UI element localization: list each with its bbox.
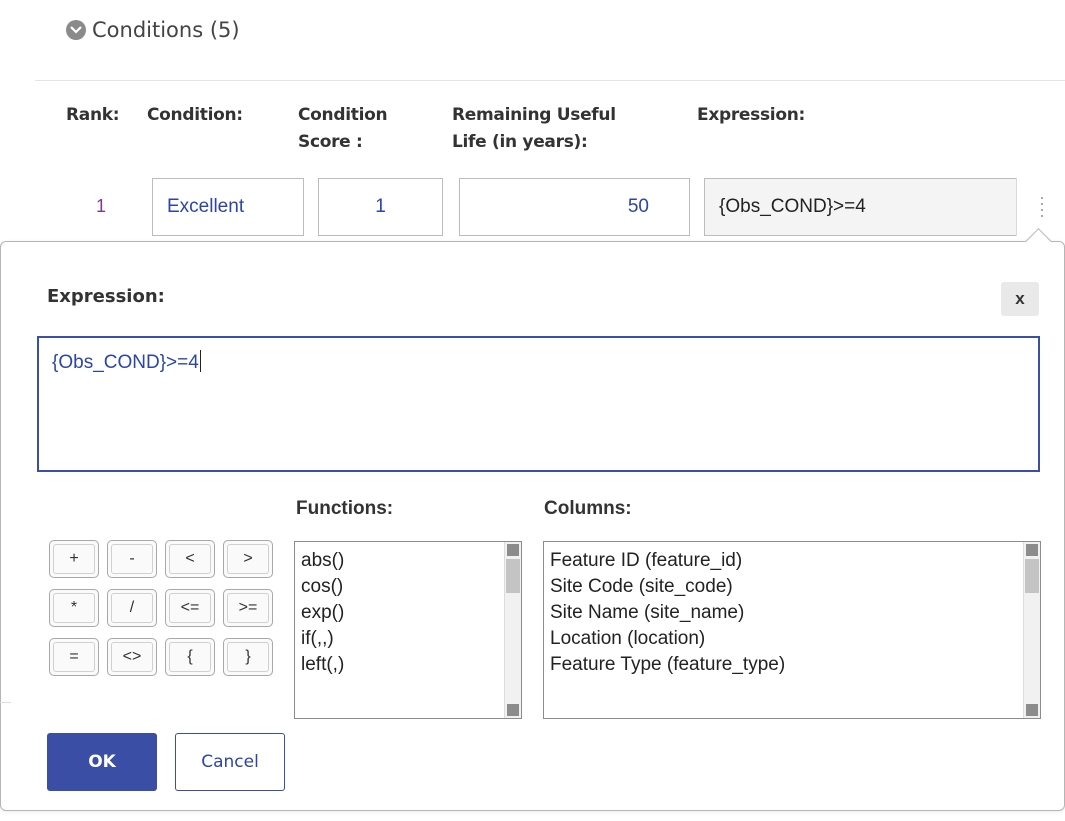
text-cursor <box>199 350 201 372</box>
operator-multiply-button[interactable]: * <box>49 589 99 627</box>
life-input[interactable]: 50 <box>459 178 690 236</box>
expression-text: {Obs_COND}>=4 <box>52 352 199 373</box>
header-rank: Rank: <box>66 105 120 125</box>
header-life: Remaining Useful Life (in years): <box>452 105 616 152</box>
functions-listbox[interactable]: abs() cos() exp() if(,,) left(,) <box>294 541 522 719</box>
score-input[interactable]: 1 <box>318 178 443 236</box>
column-item[interactable]: Feature ID (feature_id) <box>550 548 1040 574</box>
header-score: Condition Score : <box>298 105 388 152</box>
columns-listbox[interactable]: Feature ID (feature_id) Site Code (site_… <box>543 541 1041 719</box>
divider <box>0 702 11 703</box>
operator-gt-button[interactable]: > <box>223 540 273 578</box>
header-expression: Expression: <box>697 105 806 125</box>
close-button[interactable]: x <box>1001 282 1039 316</box>
column-item[interactable]: Location (location) <box>550 626 1040 652</box>
operator-lt-button[interactable]: < <box>165 540 215 578</box>
ok-button[interactable]: OK <box>47 733 157 791</box>
operator-divide-button[interactable]: / <box>107 589 157 627</box>
operator-open-brace-button[interactable]: { <box>165 638 215 676</box>
function-item[interactable]: abs() <box>301 548 521 574</box>
scroll-up-icon[interactable] <box>507 544 519 556</box>
section-title: Conditions (5) <box>92 18 240 42</box>
scroll-thumb[interactable] <box>1025 559 1039 593</box>
operator-close-brace-button[interactable]: } <box>223 638 273 676</box>
header-condition: Condition: <box>147 105 243 125</box>
divider <box>35 80 1065 81</box>
operator-lte-button[interactable]: <= <box>165 589 215 627</box>
expression-textarea[interactable]: {Obs_COND}>=4 <box>37 336 1040 472</box>
columns-label: Columns: <box>544 498 632 519</box>
columns-scrollbar[interactable] <box>1023 542 1040 718</box>
function-item[interactable]: cos() <box>301 574 521 600</box>
more-options-icon[interactable] <box>1016 178 1065 236</box>
column-item[interactable]: Site Name (site_name) <box>550 600 1040 626</box>
function-item[interactable]: left(,) <box>301 652 521 678</box>
functions-label: Functions: <box>296 498 394 519</box>
column-item[interactable]: Feature Type (feature_type) <box>550 652 1040 678</box>
column-item[interactable]: Site Code (site_code) <box>550 574 1040 600</box>
scroll-up-icon[interactable] <box>1026 544 1038 556</box>
cancel-button[interactable]: Cancel <box>175 733 285 791</box>
operator-plus-button[interactable]: + <box>49 540 99 578</box>
expression-field[interactable]: {Obs_COND}>=4 <box>704 178 1017 236</box>
conditions-section-header[interactable]: Conditions (5) <box>66 18 240 42</box>
operator-minus-button[interactable]: - <box>107 540 157 578</box>
condition-input[interactable]: Excellent <box>152 178 304 236</box>
function-item[interactable]: exp() <box>301 600 521 626</box>
scroll-down-icon[interactable] <box>507 704 519 716</box>
operator-gte-button[interactable]: >= <box>223 589 273 627</box>
scroll-thumb[interactable] <box>506 559 520 593</box>
operator-equals-button[interactable]: = <box>49 638 99 676</box>
functions-scrollbar[interactable] <box>504 542 521 718</box>
scroll-down-icon[interactable] <box>1026 704 1038 716</box>
operator-not-equal-button[interactable]: <> <box>107 638 157 676</box>
popup-title: Expression: <box>47 286 165 307</box>
function-item[interactable]: if(,,) <box>301 626 521 652</box>
chevron-down-icon[interactable] <box>66 20 86 40</box>
expression-popup <box>0 241 1065 811</box>
row-rank: 1 <box>96 196 107 216</box>
